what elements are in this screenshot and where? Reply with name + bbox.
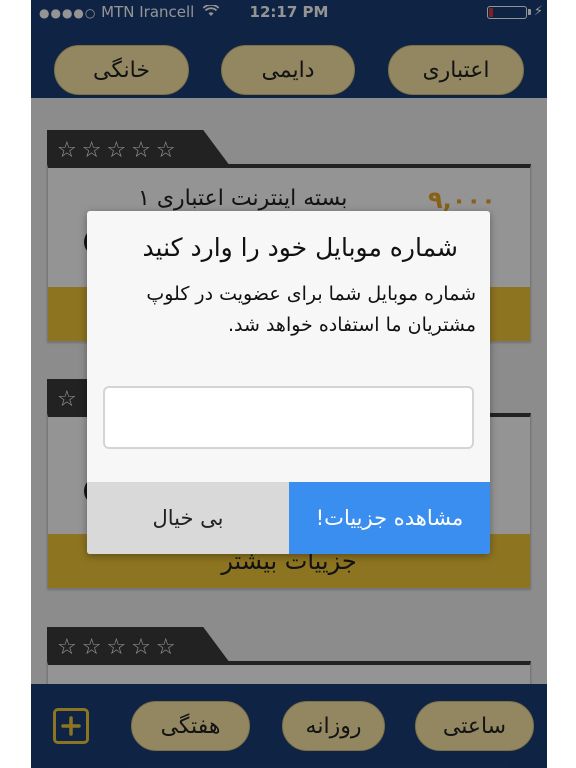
mobile-number-dialog: شماره موبایل خود را وارد کنید شماره موبا…	[87, 211, 490, 554]
dismiss-button[interactable]: بی خیال	[87, 482, 289, 554]
dialog-message: شماره موبایل شما برای عضویت در کلوپ مشتر…	[146, 283, 476, 336]
view-details-button[interactable]: مشاهده جزییات!	[289, 482, 490, 554]
dialog-title: شماره موبایل خود را وارد کنید	[142, 233, 458, 262]
mobile-number-input[interactable]	[103, 386, 474, 449]
phone-screen: ●●●●○ MTN Irancell 12:17 PM ⚡ اعتباری دا…	[31, 0, 547, 768]
